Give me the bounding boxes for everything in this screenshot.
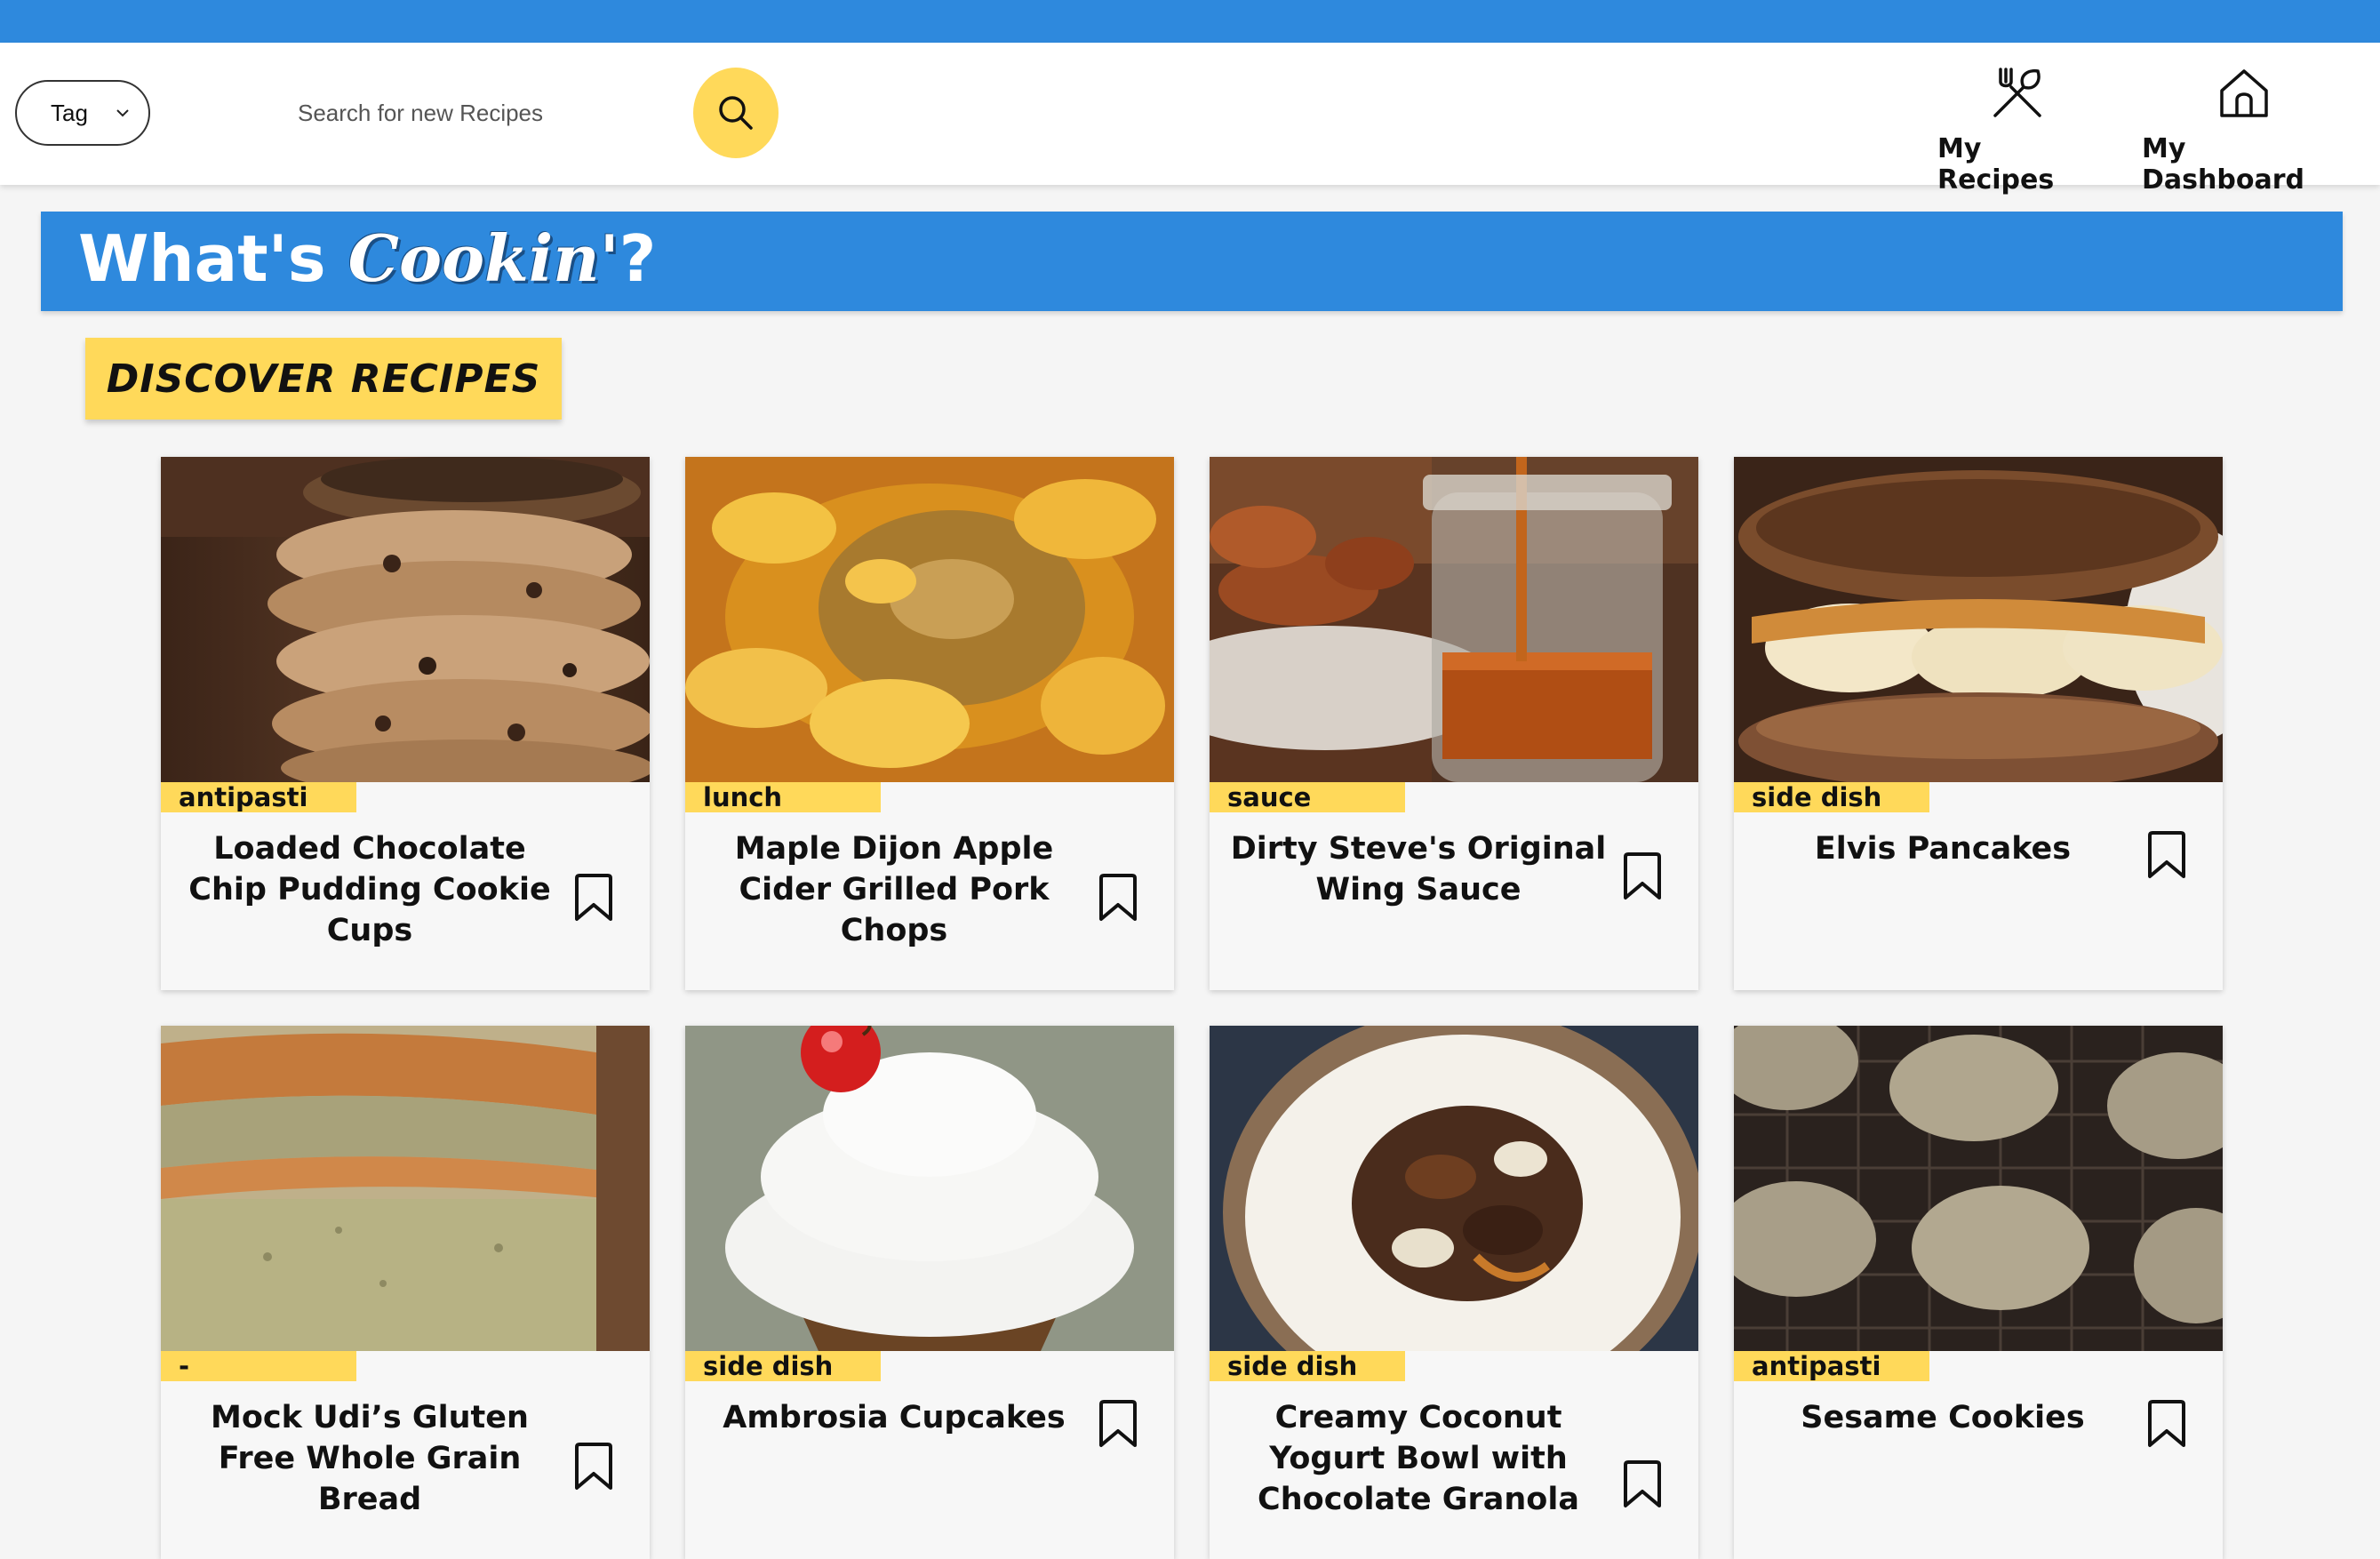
recipe-tag: side dish [1210,1351,1405,1381]
recipe-title[interactable]: Maple Dijon Apple Cider Grilled Pork Cho… [703,828,1085,951]
recipe-card[interactable]: side dish Elvis Pancakes [1734,457,2223,990]
recipe-tag: side dish [1734,782,1929,812]
bookmark-icon[interactable] [2144,1399,2189,1449]
bookmark-icon[interactable] [1096,1399,1140,1449]
recipe-photo-bread-loaf [161,1026,650,1351]
recipe-tag: - [161,1351,356,1381]
page-title-suffix: ? [619,221,657,296]
recipe-card[interactable]: - Mock Udi’s Gluten Free Whole Grain Bre… [161,1026,650,1559]
bookmark-icon[interactable] [571,873,616,923]
recipe-tag: lunch [685,782,881,812]
nav-my-dashboard-label: My Dashboard [2142,133,2304,196]
recipe-photo-wing-sauce [1210,457,1698,782]
recipe-photo-sesame-cookies [1734,1026,2223,1351]
recipe-photo-pork-chops [685,457,1174,782]
section-heading: DISCOVER RECIPES [85,338,562,420]
search-icon [719,96,753,130]
recipe-photo-cupcake [685,1026,1174,1351]
bookmark-icon[interactable] [571,1442,616,1491]
recipe-card[interactable]: lunch Maple Dijon Apple Cider Grilled Po… [685,457,1174,990]
banner: What's Cookin'? [41,212,2343,311]
recipe-card[interactable]: side dish Ambrosia Cupcakes [685,1026,1174,1559]
page-title-script: Cookin' [347,220,619,296]
recipe-title[interactable]: Sesame Cookies [1752,1397,2134,1438]
recipe-title[interactable]: Loaded Chocolate Chip Pudding Cookie Cup… [179,828,561,951]
page-title-prefix: What's [78,221,348,296]
fork-knife-icon [1993,68,2041,117]
tag-select[interactable]: Tag [15,80,150,146]
bookmark-icon[interactable] [1620,1459,1665,1509]
tag-select-value: Tag [51,99,88,126]
recipe-tag: sauce [1210,782,1405,812]
recipe-card[interactable]: sauce Dirty Steve's Original Wing Sauce [1210,457,1698,990]
recipe-title[interactable]: Dirty Steve's Original Wing Sauce [1227,828,1609,910]
recipe-tag: antipasti [161,782,356,812]
chevron-down-icon [116,109,129,117]
header: Tag My Recipes My Dashboard [0,43,2380,196]
recipe-title[interactable]: Elvis Pancakes [1752,828,2134,869]
recipe-title[interactable]: Creamy Coconut Yogurt Bowl with Chocolat… [1227,1397,1609,1520]
recipe-title[interactable]: Ambrosia Cupcakes [703,1397,1085,1438]
nav-my-recipes[interactable]: My Recipes [1937,64,2097,196]
recipe-photo-cookie-stack [161,457,650,782]
bookmark-icon[interactable] [1620,851,1665,901]
nav-my-recipes-label: My Recipes [1937,133,2055,196]
recipe-card[interactable]: side dish Creamy Coconut Yogurt Bowl wit… [1210,1026,1698,1559]
page-title: What's Cookin'? [78,220,656,296]
search-button[interactable] [693,68,779,158]
home-icon [2220,69,2268,117]
search-input[interactable] [284,89,658,137]
bookmark-icon[interactable] [1096,873,1140,923]
recipe-title[interactable]: Mock Udi’s Gluten Free Whole Grain Bread [179,1397,561,1520]
nav-my-dashboard[interactable]: My Dashboard [2142,64,2346,196]
recipe-photo-banana-pancakes [1734,457,2223,782]
recipe-tag: antipasti [1734,1351,1929,1381]
recipe-tag: side dish [685,1351,881,1381]
top-accent-bar [0,0,2380,43]
bookmark-icon[interactable] [2144,830,2189,880]
recipe-card[interactable]: antipasti Loaded Chocolate Chip Pudding … [161,457,650,990]
recipe-photo-yogurt-bowl [1210,1026,1698,1351]
recipe-card[interactable]: antipasti Sesame Cookies [1734,1026,2223,1559]
